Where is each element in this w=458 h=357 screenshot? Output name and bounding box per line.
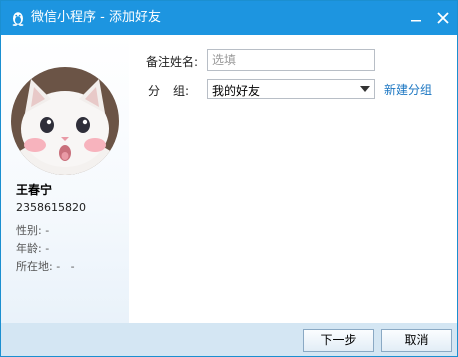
close-button[interactable] <box>433 8 453 28</box>
cancel-button[interactable]: 取消 <box>381 329 452 352</box>
dialog-footer: 下一步 取消 <box>1 323 457 356</box>
new-group-link[interactable]: 新建分组 <box>384 81 432 98</box>
user-name: 王春宁 <box>16 183 53 197</box>
next-step-button[interactable]: 下一步 <box>303 329 374 352</box>
location-row: 所在地: - - <box>16 258 75 274</box>
cat-avatar-image <box>11 67 119 175</box>
gender-value: - <box>45 224 50 237</box>
qq-penguin-icon <box>12 12 24 26</box>
gender-label: 性别: <box>16 224 42 237</box>
location-value: - - <box>56 260 75 273</box>
age-value: - <box>45 242 50 255</box>
minimize-icon <box>411 20 421 22</box>
remark-label: 备注姓名: <box>146 55 199 69</box>
location-label: 所在地: <box>16 260 53 273</box>
minimize-button[interactable] <box>406 8 426 28</box>
dropdown-arrow-icon[interactable] <box>360 86 370 93</box>
group-label-first: 分 <box>148 84 161 98</box>
close-icon <box>437 12 449 24</box>
group-select[interactable]: 我的好友 <box>207 79 375 99</box>
remark-input[interactable] <box>207 49 375 71</box>
avatar <box>11 67 119 175</box>
group-label-second: 组: <box>173 84 190 98</box>
add-friend-dialog: 微信小程序 - 添加好友 王春宁 2358615820 性别: - 年龄: - … <box>0 0 458 357</box>
age-label: 年龄: <box>16 242 42 255</box>
window-title: 微信小程序 - 添加好友 <box>31 10 161 25</box>
group-selected-value: 我的好友 <box>212 84 261 98</box>
gender-row: 性别: - <box>16 222 49 238</box>
profile-panel: 王春宁 2358615820 性别: - 年龄: - 所在地: - - <box>1 35 129 323</box>
user-id: 2358615820 <box>16 201 86 214</box>
title-bar[interactable]: 微信小程序 - 添加好友 <box>1 1 457 35</box>
age-row: 年龄: - <box>16 240 49 256</box>
